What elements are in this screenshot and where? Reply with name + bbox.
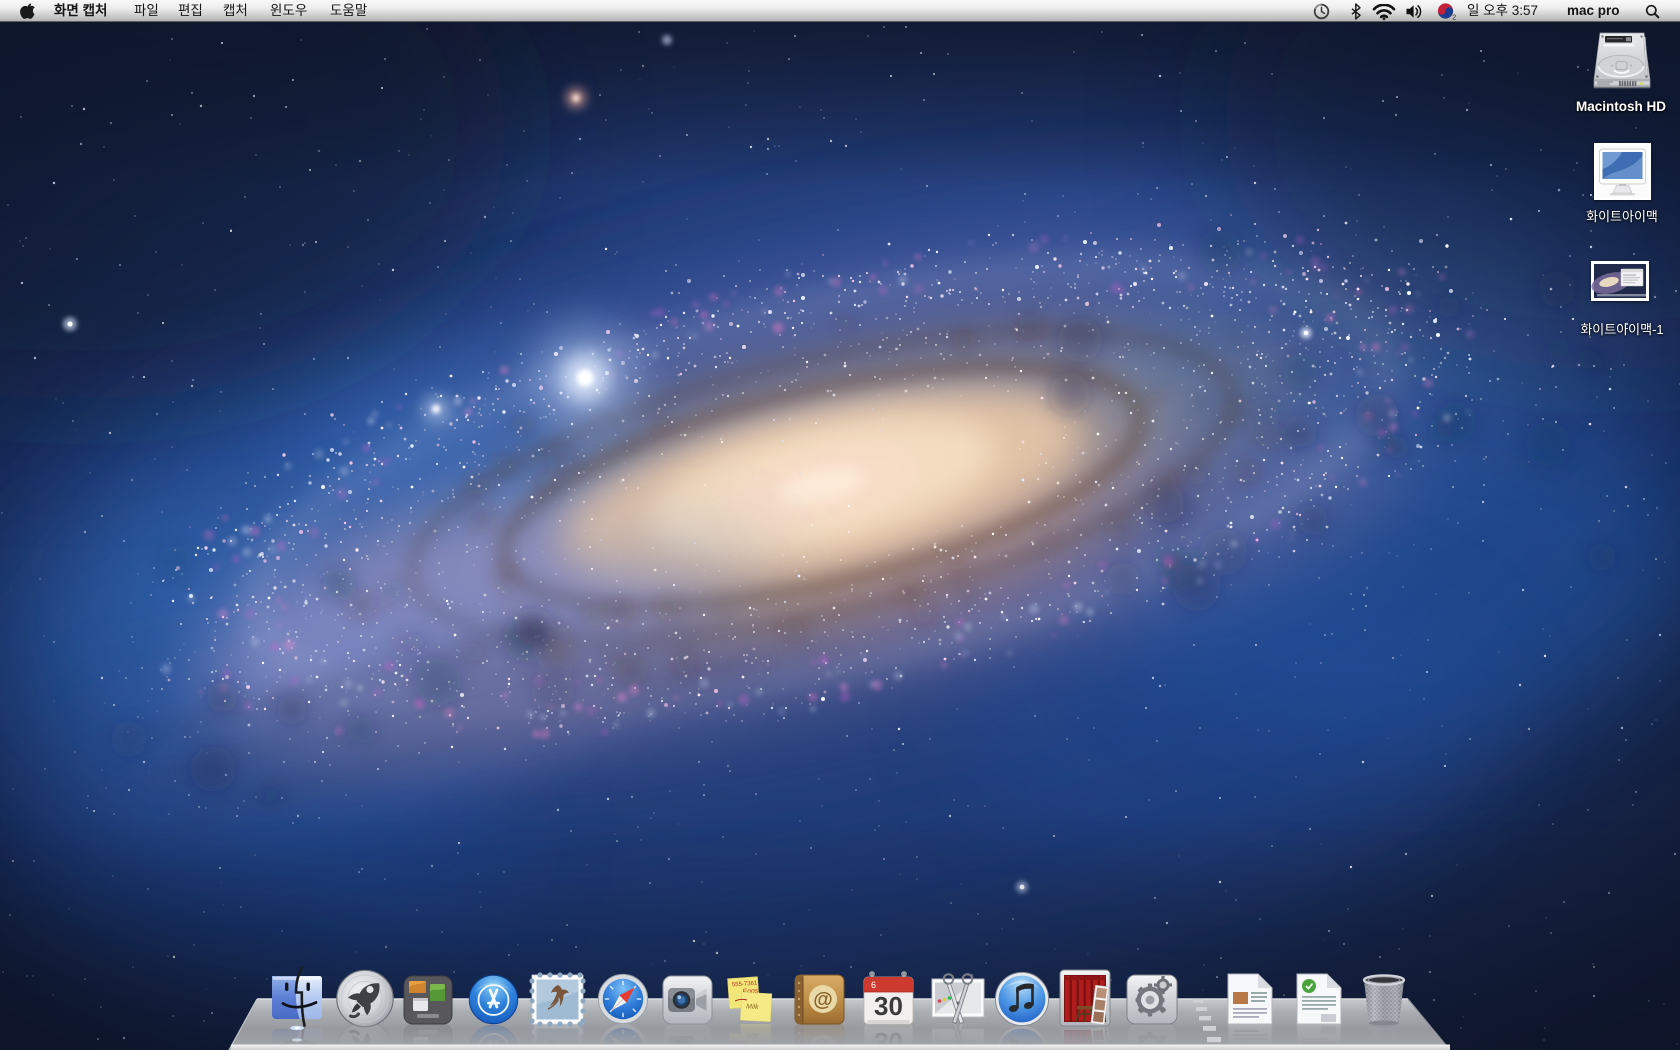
svg-text:6: 6 [871, 980, 876, 990]
svg-text:2: 2 [1452, 15, 1456, 22]
svg-text:30: 30 [874, 991, 903, 1021]
svg-text:@: @ [813, 989, 833, 1011]
svg-text:Milk: Milk [746, 1003, 759, 1011]
